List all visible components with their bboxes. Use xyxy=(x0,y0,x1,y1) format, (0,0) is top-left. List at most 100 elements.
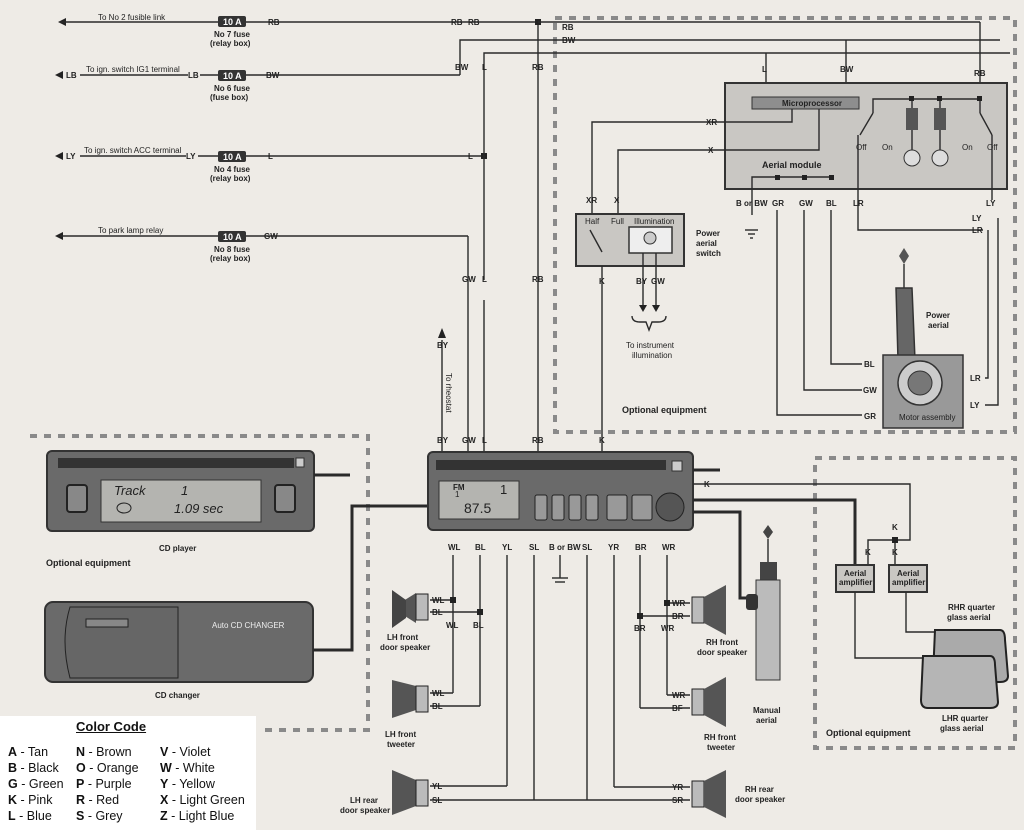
diagram-label: WL xyxy=(432,596,445,605)
diagram-label: RH front xyxy=(706,638,738,647)
diagram-label: LH rear xyxy=(350,796,378,805)
diagram-label: WL xyxy=(446,621,459,630)
glass-aerial-system: K K K Aerial amplifier Aerial amplifier … xyxy=(826,523,1010,738)
diagram-label: BL xyxy=(826,199,837,208)
color-code-entry: W - White xyxy=(160,761,215,775)
color-code-column-1: A - Tan B - Black G - Green K - Pink L -… xyxy=(8,744,64,824)
diagram-label: door speaker xyxy=(735,795,785,804)
diagram-label: SL xyxy=(582,543,592,552)
diagram-label: LY xyxy=(970,401,980,410)
fuse-row-8: To park lamp relay 10 A No 8 fuse (relay… xyxy=(55,226,468,263)
diagram-label: Aerial xyxy=(844,569,866,578)
diagram-label: Optional equipment xyxy=(46,558,131,568)
diagram-label: GR xyxy=(864,412,876,421)
diagram-label: tweeter xyxy=(707,743,735,752)
color-code-entry: K - Pink xyxy=(8,793,53,807)
diagram-label: glass aerial xyxy=(940,724,984,733)
diagram-label: (fuse box) xyxy=(210,93,249,102)
diagram-label: WR xyxy=(661,624,675,633)
diagram-label: X xyxy=(708,146,714,155)
diagram-label: BL xyxy=(475,543,486,552)
diagram-label: BY xyxy=(636,277,648,286)
diagram-label: Microprocessor xyxy=(782,99,842,108)
diagram-label: WR xyxy=(672,691,686,700)
diagram-label: RB xyxy=(532,275,544,284)
diagram-label: XR xyxy=(706,118,717,127)
color-code-legend: Color Code A - Tan B - Black G - Green K… xyxy=(0,716,256,830)
diagram-label: LH front xyxy=(387,633,418,642)
diagram-label: LR xyxy=(970,374,981,383)
diagram-label: Manual xyxy=(753,706,781,715)
color-code-entry: G - Green xyxy=(8,777,64,791)
diagram-label: RB xyxy=(451,18,463,27)
diagram-label: No 7 fuse xyxy=(214,30,251,39)
color-code-entry: B - Black xyxy=(8,761,59,775)
diagram-label: glass aerial xyxy=(947,613,991,622)
diagram-label: Half xyxy=(585,217,600,226)
diagram-label: BW xyxy=(562,36,576,45)
diagram-label: door speaker xyxy=(380,643,430,652)
color-code-entry: S - Grey xyxy=(76,809,123,823)
diagram-label: No 8 fuse xyxy=(214,245,251,254)
cd-changer: Auto CD CHANGER CD changer xyxy=(44,504,430,700)
manual-aerial: Manual aerial xyxy=(746,525,781,725)
diagram-label: YL xyxy=(432,782,442,791)
color-code-entry: V - Violet xyxy=(160,745,211,759)
diagram-label: Optional equipment xyxy=(622,405,707,415)
diagram-label: BR xyxy=(635,543,647,552)
diagram-label: tweeter xyxy=(387,740,415,749)
diagram-label: To rheostat xyxy=(444,373,453,413)
diagram-label: BL xyxy=(432,702,443,711)
power-aerial: Power aerial Motor assembly BL GW GR LR … xyxy=(863,248,981,429)
diagram-label: BY xyxy=(437,341,449,350)
diagram-label: YR xyxy=(608,543,619,552)
color-code-entry: A - Tan xyxy=(8,745,49,759)
color-code-column-3: V - Violet W - White Y - Yellow X - Ligh… xyxy=(160,744,245,824)
diagram-label: LB xyxy=(188,71,199,80)
diagram-label: illumination xyxy=(632,351,672,360)
diagram-label: WR xyxy=(672,599,686,608)
color-code-title: Color Code xyxy=(76,719,147,734)
diagram-label: K xyxy=(865,548,871,557)
diagram-label: aerial xyxy=(756,716,777,725)
rh-front-tweeter: WR BF RH front tweeter xyxy=(672,677,736,752)
diagram-label: No 4 fuse xyxy=(214,165,251,174)
rh-rear-door-speaker: YR SR RH rear door speaker xyxy=(672,770,785,818)
color-code-entry: Z - Light Blue xyxy=(160,809,235,823)
lh-front-tweeter: WL BL LH front tweeter xyxy=(385,680,445,749)
diagram-label: L xyxy=(268,152,273,161)
diagram-label: 1 xyxy=(455,490,460,499)
diagram-label: Power xyxy=(926,311,950,320)
diagram-label: BW xyxy=(266,71,280,80)
diagram-label: door speaker xyxy=(340,806,390,815)
fuse-row-6: LB To ign. switch IG1 terminal LB 10 A N… xyxy=(55,65,460,102)
diagram-label: To instrument xyxy=(626,341,675,350)
diagram-label: CD changer xyxy=(155,691,200,700)
diagram-label: 1.09 sec xyxy=(174,501,224,516)
diagram-label: Motor assembly xyxy=(899,413,955,422)
diagram-label: GR xyxy=(772,199,784,208)
diagram-label: RB xyxy=(974,69,986,78)
diagram-label: BL xyxy=(864,360,875,369)
diagram-label: To park lamp relay xyxy=(98,226,163,235)
diagram-label: GW xyxy=(264,232,278,241)
diagram-label: amplifier xyxy=(892,578,925,587)
power-aerial-switch: XR X XR X Half Full Illumination Power a… xyxy=(575,118,721,452)
diagram-label: WL xyxy=(448,543,461,552)
diagram-label: K xyxy=(892,523,898,532)
diagram-label: BW xyxy=(840,65,854,74)
diagram-label: K xyxy=(599,436,605,445)
diagram-label: WL xyxy=(432,689,445,698)
diagram-label: BF xyxy=(672,704,683,713)
diagram-label: X xyxy=(614,196,620,205)
diagram-label: To ign. switch ACC terminal xyxy=(84,146,182,155)
diagram-label: To No 2 fusible link xyxy=(98,13,166,22)
diagram-label: GW xyxy=(651,277,665,286)
rh-front-door-speaker: WR BR RH front door speaker xyxy=(672,585,747,657)
diagram-label: SL xyxy=(432,796,442,805)
diagram-label: Track xyxy=(114,483,147,498)
diagram-label: (relay box) xyxy=(210,174,251,183)
diagram-label: SR xyxy=(672,796,683,805)
diagram-label: BW xyxy=(455,63,469,72)
diagram-label: BL xyxy=(473,621,484,630)
